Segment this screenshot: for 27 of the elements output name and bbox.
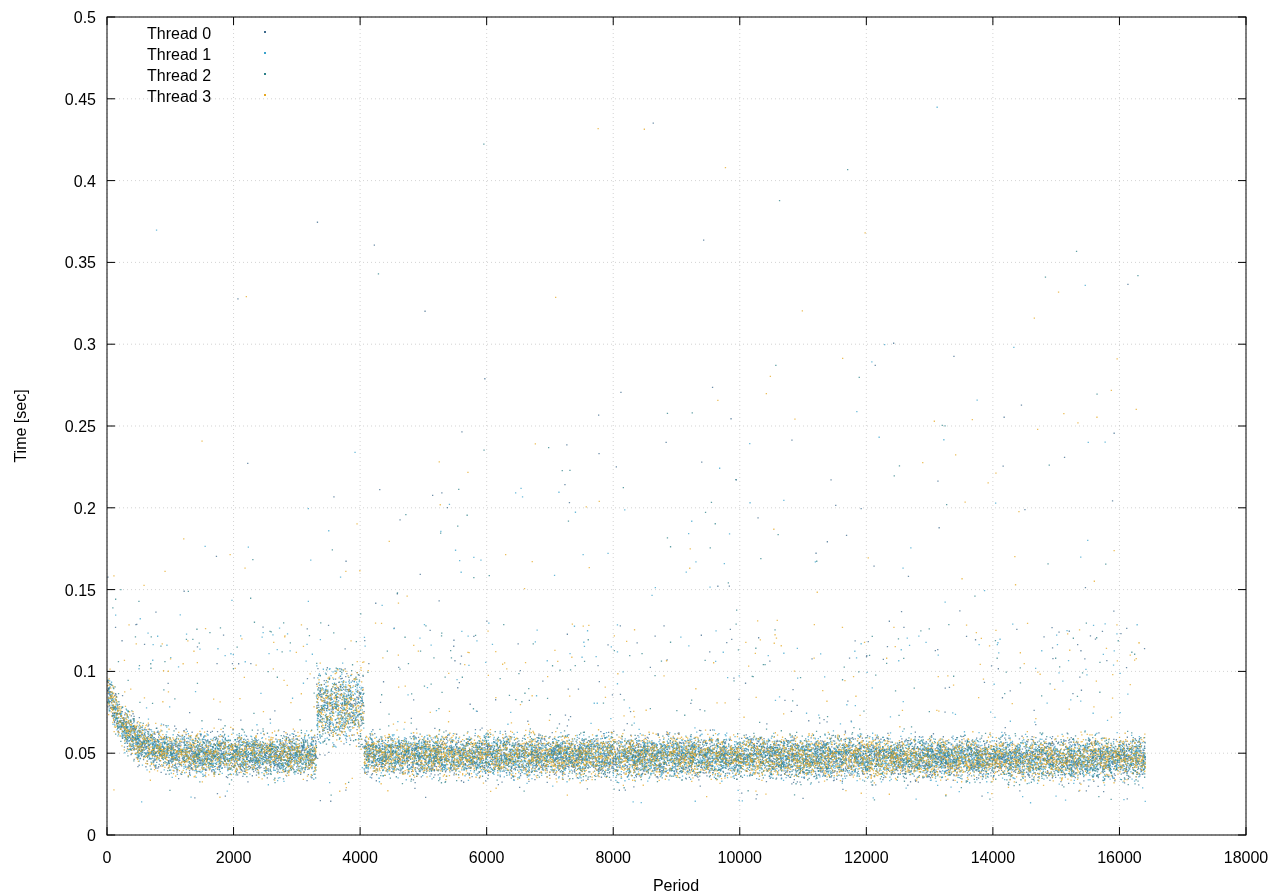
legend-label: Thread 0: [147, 25, 212, 42]
x-tick-label: 14000: [970, 849, 1016, 866]
x-tick-label: 4000: [342, 849, 378, 866]
y-tick-label: 0.3: [73, 336, 96, 354]
y-tick-label: 0.45: [64, 90, 96, 108]
x-tick-label: 16000: [1097, 849, 1142, 866]
y-tick-label: 0.4: [73, 172, 96, 190]
x-tick-label: 2000: [215, 849, 252, 866]
y-axis-title: Time [sec]: [12, 389, 29, 463]
y-tick-label: 0.2: [73, 499, 96, 517]
y-tick-label: 0.15: [64, 581, 96, 599]
x-tick-label: 8000: [595, 849, 631, 866]
legend-label: Thread 2: [147, 67, 212, 84]
x-axis-title: Period: [652, 877, 700, 894]
y-tick-label: 0.35: [64, 254, 96, 272]
y-tick-label: 0.5: [73, 9, 96, 26]
y-tick-label: 0.25: [64, 418, 96, 435]
x-tick-label: 0: [102, 849, 112, 866]
y-tick-label: 0: [87, 827, 96, 844]
x-tick-label: 6000: [468, 849, 505, 866]
x-tick-label: 12000: [844, 849, 889, 866]
legend-label: Thread 1: [147, 46, 212, 63]
y-tick-label: 0.05: [64, 745, 96, 763]
legend-label: Thread 3: [147, 88, 212, 105]
y-tick-label: 0.1: [73, 663, 96, 681]
x-tick-label: 18000: [1223, 849, 1269, 866]
x-tick-label: 10000: [717, 849, 763, 866]
